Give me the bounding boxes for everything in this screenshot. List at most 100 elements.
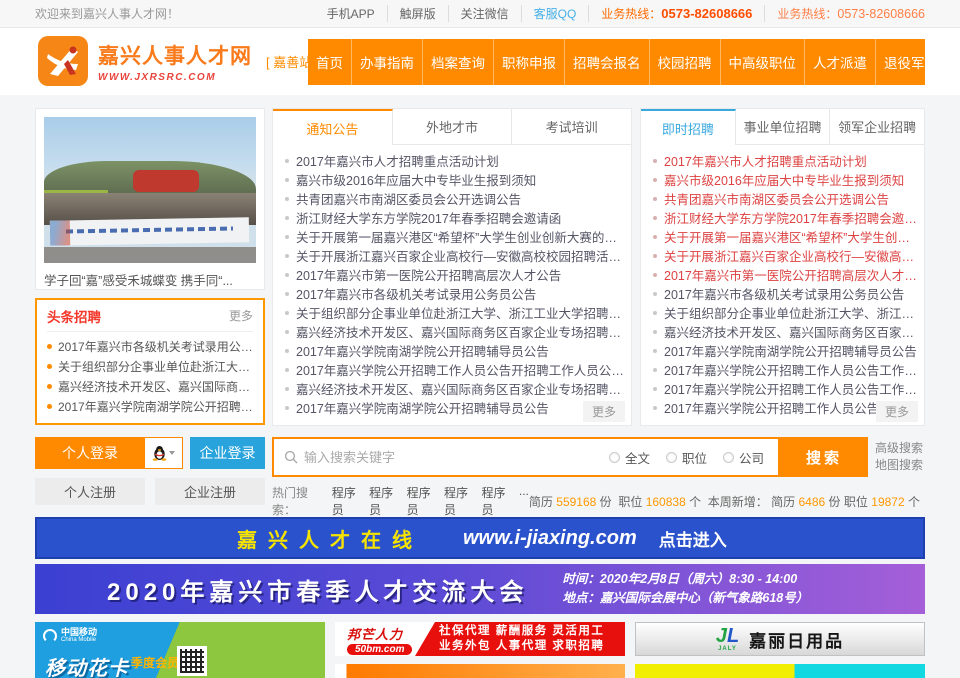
jobs-tab[interactable]: 即时招聘	[641, 109, 736, 145]
job-item-hot[interactable]: 2017年嘉兴市人才招聘重点活动计划	[653, 151, 918, 170]
bullet-icon	[653, 406, 657, 410]
job-item[interactable]: 关于组织部分企事业单位赴浙江大学、浙江工业大...	[653, 303, 918, 322]
notice-item[interactable]: 2017年嘉兴市第一医院公开招聘高层次人才公告	[285, 265, 625, 284]
headline-item[interactable]: 关于组织部分企事业单位赴浙江大学...	[47, 356, 253, 376]
photo-caption[interactable]: 学子回“嘉”感受禾城蝶变 携手同“...	[44, 270, 256, 289]
main-nav: 首页办事指南档案查询职称申报招聘会报名校园招聘中高级职位人才派遣退役军人招聘	[308, 39, 925, 85]
search-scope-radio[interactable]: 全文	[609, 448, 650, 467]
notice-item[interactable]: 关于开展第一届嘉兴港区“希望杯”大学生创业创新大赛的通知	[285, 227, 625, 246]
ad-mobile-title: 移动花卡	[45, 652, 129, 678]
headline-item[interactable]: 2017年嘉兴学院南湖学院公开招聘辅...	[47, 396, 253, 416]
topbar: 欢迎来到嘉兴人事人才网！ 手机APP 触屏版 关注微信 客服QQ 业务热线：05…	[0, 0, 960, 28]
nav-item[interactable]: 校园招聘	[649, 39, 720, 85]
nav-item[interactable]: 人才派遣	[804, 39, 875, 85]
job-item-hot[interactable]: 关于开展第一届嘉兴港区“希望杯”大学生创业创...	[653, 227, 918, 246]
hot-search-term[interactable]: 程序员	[369, 484, 397, 518]
hot-search-term[interactable]: 程序员	[444, 484, 472, 518]
job-item-hot[interactable]: 关于开展浙江嘉兴百家企业高校行—安徽高校校园...	[653, 246, 918, 265]
notice-item[interactable]: 2017年嘉兴市各级机关考试录用公务员公告	[285, 284, 625, 303]
bullet-icon	[285, 216, 289, 220]
job-item[interactable]: 嘉兴经济技术开发区、嘉兴国际商务区百家企业专...	[653, 322, 918, 341]
jobs-tab[interactable]: 事业单位招聘	[736, 109, 831, 145]
job-item-hot[interactable]: 2017年嘉兴市第一医院公开招聘高层次人才公告	[653, 265, 918, 284]
topbar-link-app[interactable]: 手机APP	[315, 5, 388, 22]
nav-item[interactable]: 职称申报	[493, 39, 564, 85]
ad-strip-yellow-cyan[interactable]	[635, 664, 925, 678]
nav-item[interactable]: 办事指南	[351, 39, 422, 85]
notice-item[interactable]: 共青团嘉兴市南湖区委员会公开选调公告	[285, 189, 625, 208]
job-item[interactable]: 2017年嘉兴学院公开招聘工作人员公告工作人员...	[653, 360, 918, 379]
company-login-button[interactable]: 企业登录	[190, 437, 265, 469]
notice-item[interactable]: 嘉兴经济技术开发区、嘉兴国际商务区百家企业专场招聘会公告	[285, 379, 625, 398]
notice-item[interactable]: 2017年嘉兴学院南湖学院公开招聘辅导员公告	[285, 341, 625, 360]
notices-tab[interactable]: 通知公告	[273, 109, 393, 145]
notices-tabs: 通知公告外地才市考试培训	[273, 109, 631, 145]
headline-more-link[interactable]: 更多	[229, 307, 253, 324]
nav-item[interactable]: 中高级职位	[720, 39, 805, 85]
banner-jiaxing-talent-online[interactable]: 嘉兴人才在线 www.i-jiaxing.com 点击进入	[35, 517, 925, 559]
nav-item[interactable]: 档案查询	[422, 39, 493, 85]
nav-item[interactable]: 退役军人招聘	[875, 39, 960, 85]
headline-title: 头条招聘	[47, 306, 101, 326]
qq-login-dropdown[interactable]	[145, 437, 183, 469]
bullet-icon	[653, 273, 657, 277]
notice-item[interactable]: 浙江财经大学东方学院2017年春季招聘会邀请函	[285, 208, 625, 227]
headline-item[interactable]: 2017年嘉兴市各级机关考试录用公务...	[47, 336, 253, 356]
notices-tab[interactable]: 外地才市	[393, 109, 513, 145]
ad-china-mobile[interactable]: 中国移动 China Mobile 移动花卡 季度会员	[35, 622, 325, 678]
job-item-hot[interactable]: 嘉兴市级2016年应届大中专毕业生报到须知	[653, 170, 918, 189]
headline-item[interactable]: 嘉兴经济技术开发区、嘉兴国际商务...	[47, 376, 253, 396]
banner1-url: www.i-jiaxing.com	[463, 527, 637, 550]
ad-jiali-daily[interactable]: JL JALY 嘉丽日用品	[635, 622, 925, 656]
news-photo-card[interactable]: 学子回“嘉”感受禾城蝶变 携手同“...	[35, 108, 265, 290]
topbar-link-touch[interactable]: 触屏版	[388, 5, 449, 22]
jiali-logo-icon: JL JALY	[716, 626, 739, 652]
banner-spring-job-fair[interactable]: 2020年嘉兴市春季人才交流大会 时间：2020年2月8日（周六）8:30 - …	[35, 564, 925, 614]
map-search-link[interactable]: 地图搜索	[875, 457, 923, 474]
notice-item[interactable]: 2017年嘉兴学院公开招聘工作人员公告开招聘工作人员公告开...	[285, 360, 625, 379]
hotline-secondary-number: 0573-82608666	[837, 7, 925, 21]
hot-search-term[interactable]: 程序员	[407, 484, 435, 518]
search-button[interactable]: 搜索	[780, 437, 868, 477]
notices-more-link[interactable]: 更多	[583, 401, 625, 422]
notice-item[interactable]: 关于组织部分企事业单位赴浙江大学、浙江工业大学招聘人才的...	[285, 303, 625, 322]
hot-search-term[interactable]: ...	[519, 484, 529, 518]
job-item[interactable]: 2017年嘉兴市各级机关考试录用公务员公告	[653, 284, 918, 303]
notice-item[interactable]: 关于开展浙江嘉兴百家企业高校行—安徽高校校园招聘活动的通...	[285, 246, 625, 265]
hot-search-term[interactable]: 程序员	[481, 484, 509, 518]
radio-icon	[666, 452, 677, 463]
notice-item[interactable]: 2017年嘉兴市人才招聘重点活动计划	[285, 151, 625, 170]
hot-search-row: 热门搜索： 程序员程序员程序员程序员程序员... 简历 559168 份 职位 …	[272, 484, 920, 518]
search-scope-radio[interactable]: 职位	[666, 448, 707, 467]
nav-item[interactable]: 首页	[308, 39, 351, 85]
bullet-icon	[653, 349, 657, 353]
ad-bangmang-hr[interactable]: 邦芒人力 50bm.com 社保代理 薪酬服务 灵活用工 业务外包 人事代理 求…	[335, 622, 625, 656]
job-item[interactable]: 2017年嘉兴学院公开招聘工作人员公告工作人员...	[653, 379, 918, 398]
job-item-hot[interactable]: 浙江财经大学东方学院2017年春季招聘会邀请函	[653, 208, 918, 227]
topbar-link-qq[interactable]: 客服QQ	[522, 5, 590, 22]
site-logo-icon	[38, 36, 88, 86]
notice-item[interactable]: 嘉兴经济技术开发区、嘉兴国际商务区百家企业专场招聘会公告	[285, 322, 625, 341]
bullet-icon	[653, 254, 657, 258]
search-scope-radio[interactable]: 公司	[723, 448, 764, 467]
notices-tab[interactable]: 考试培训	[512, 109, 631, 145]
notice-item[interactable]: 嘉兴市级2016年应届大中专毕业生报到须知	[285, 170, 625, 189]
notice-item[interactable]: 2017年嘉兴学院南湖学院公开招聘辅导员公告	[285, 398, 625, 417]
jobs-more-link[interactable]: 更多	[876, 401, 918, 422]
search-icon	[284, 450, 298, 464]
topbar-link-wechat[interactable]: 关注微信	[449, 5, 522, 22]
personal-login-button[interactable]: 个人登录	[35, 437, 145, 469]
job-item[interactable]: 2017年嘉兴学院南湖学院公开招聘辅导员公告	[653, 341, 918, 360]
advanced-search-link[interactable]: 高级搜索	[875, 440, 923, 457]
job-item-hot[interactable]: 共青团嘉兴市南湖区委员会公开选调公告	[653, 189, 918, 208]
news-photo[interactable]	[44, 117, 256, 263]
hot-search-term[interactable]: 程序员	[332, 484, 360, 518]
jobs-tab[interactable]: 领军企业招聘	[830, 109, 924, 145]
personal-register-button[interactable]: 个人注册	[35, 478, 145, 505]
company-register-button[interactable]: 企业注册	[155, 478, 265, 505]
jobs-list-hot: 2017年嘉兴市人才招聘重点活动计划 嘉兴市级2016年应届大中专毕业生报到须知…	[641, 145, 924, 284]
nav-item[interactable]: 招聘会报名	[564, 39, 649, 85]
ad-strip-orange[interactable]	[335, 664, 625, 678]
search-input[interactable]	[304, 450, 593, 465]
logo[interactable]: 嘉兴人事人才网 WWW.JXRSRC.COM [ 嘉善站 ]	[38, 36, 331, 86]
